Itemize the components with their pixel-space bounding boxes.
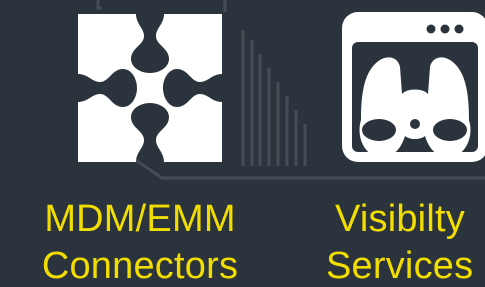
binoculars-window-icon (342, 12, 485, 162)
puzzle-connector-icon (78, 14, 222, 162)
feature-title-line-1: MDM/EMM (44, 198, 236, 240)
feature-title-line-2: Services (326, 245, 474, 287)
feature-title-line-2: Connectors (41, 245, 239, 287)
feature-title-line-1: Visibilty (335, 198, 465, 240)
